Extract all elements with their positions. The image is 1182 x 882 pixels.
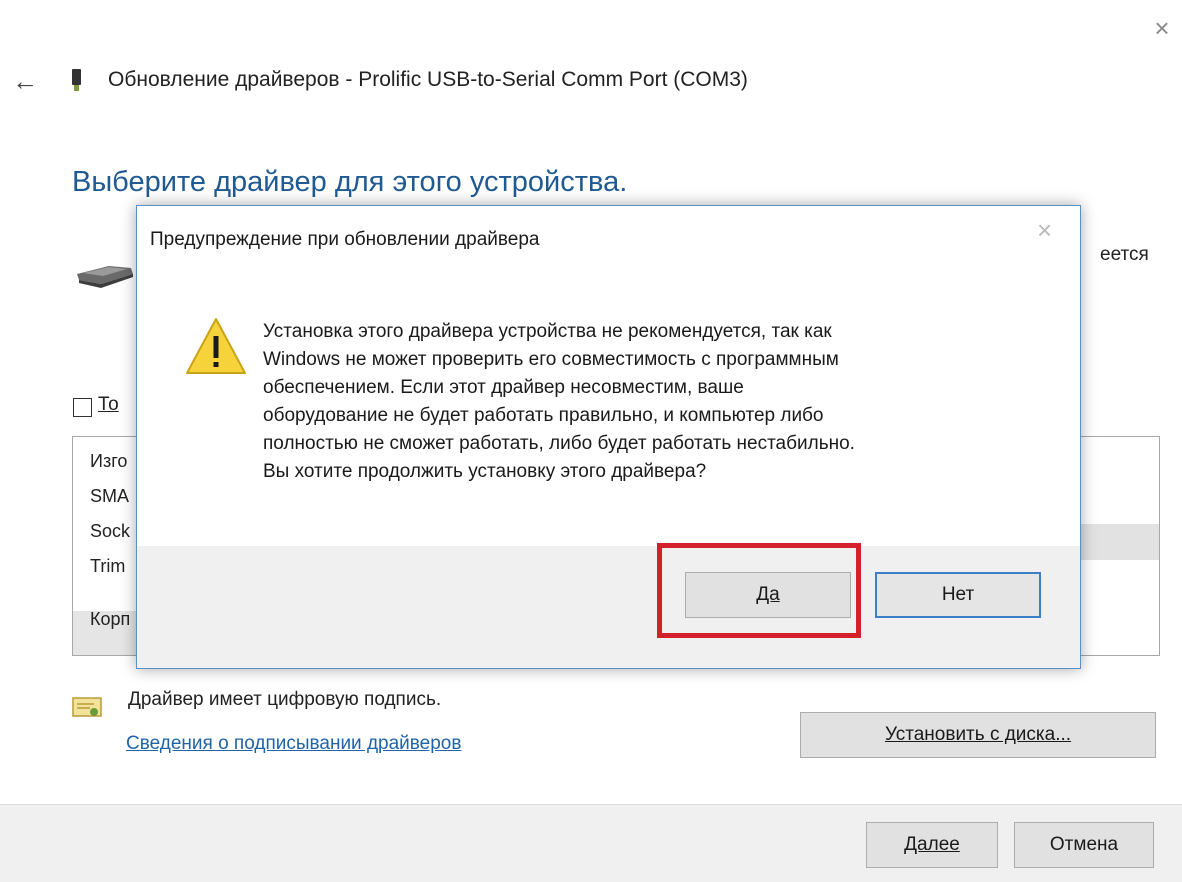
message-line: обеспечением. Если этот драйвер несовмес… <box>263 377 744 398</box>
install-from-disk-label: Установить с диска... <box>884 724 1072 745</box>
install-from-disk-button[interactable]: Установить с диска... <box>800 712 1156 758</box>
list-item[interactable]: Корп <box>90 609 130 630</box>
message-line: Установка этого драйвера устройства не р… <box>263 321 832 342</box>
dialog-close-icon[interactable]: × <box>1037 217 1052 243</box>
compatible-hardware-checkbox[interactable] <box>73 398 92 417</box>
message-line: оборудование не будет работать правильно… <box>263 405 824 426</box>
message-line: Windows не может проверить его совместим… <box>263 349 839 370</box>
list-item[interactable]: SMA <box>90 486 129 507</box>
yes-button[interactable]: Да <box>685 572 851 618</box>
cancel-label: Отмена <box>1049 834 1119 855</box>
message-line: полностью не сможет работать, либо будет… <box>263 433 855 454</box>
digital-signature-status: Драйвер имеет цифровую подпись. <box>128 689 442 710</box>
no-label: Нет <box>941 584 975 605</box>
yes-label: Да <box>756 584 780 605</box>
window-close-icon[interactable]: × <box>1150 15 1174 41</box>
list-item[interactable]: Sock <box>90 521 130 542</box>
driver-signing-info-link[interactable]: Сведения о подписывании драйверов <box>126 733 461 755</box>
cancel-button[interactable]: Отмена <box>1014 822 1154 868</box>
wizard-title: Обновление драйверов - Prolific USB-to-S… <box>108 68 748 91</box>
device-hardware-icon <box>77 266 133 288</box>
dialog-title: Предупреждение при обновлении драйвера <box>150 229 540 250</box>
back-arrow-icon[interactable]: ← <box>12 66 38 96</box>
next-button[interactable]: Далее <box>866 822 998 868</box>
dialog-message: Установка этого драйвера устройства не р… <box>263 318 1053 486</box>
instruction-text-partial: еется <box>1100 244 1149 265</box>
usb-device-icon <box>72 69 81 91</box>
list-item[interactable]: Изго <box>90 451 127 472</box>
compatible-hardware-label: То <box>98 394 119 415</box>
no-button[interactable]: Нет <box>875 572 1041 618</box>
certificate-icon <box>72 697 102 717</box>
warning-icon <box>186 318 246 374</box>
driver-warning-dialog: Предупреждение при обновлении драйвера ×… <box>136 205 1081 669</box>
message-line: Вы хотите продолжить установку этого дра… <box>263 461 707 482</box>
page-heading: Выберите драйвер для этого устройства. <box>72 166 628 198</box>
next-label: Далее <box>904 834 960 855</box>
wizard-footer <box>0 804 1182 882</box>
list-item[interactable]: Trim <box>90 556 125 577</box>
